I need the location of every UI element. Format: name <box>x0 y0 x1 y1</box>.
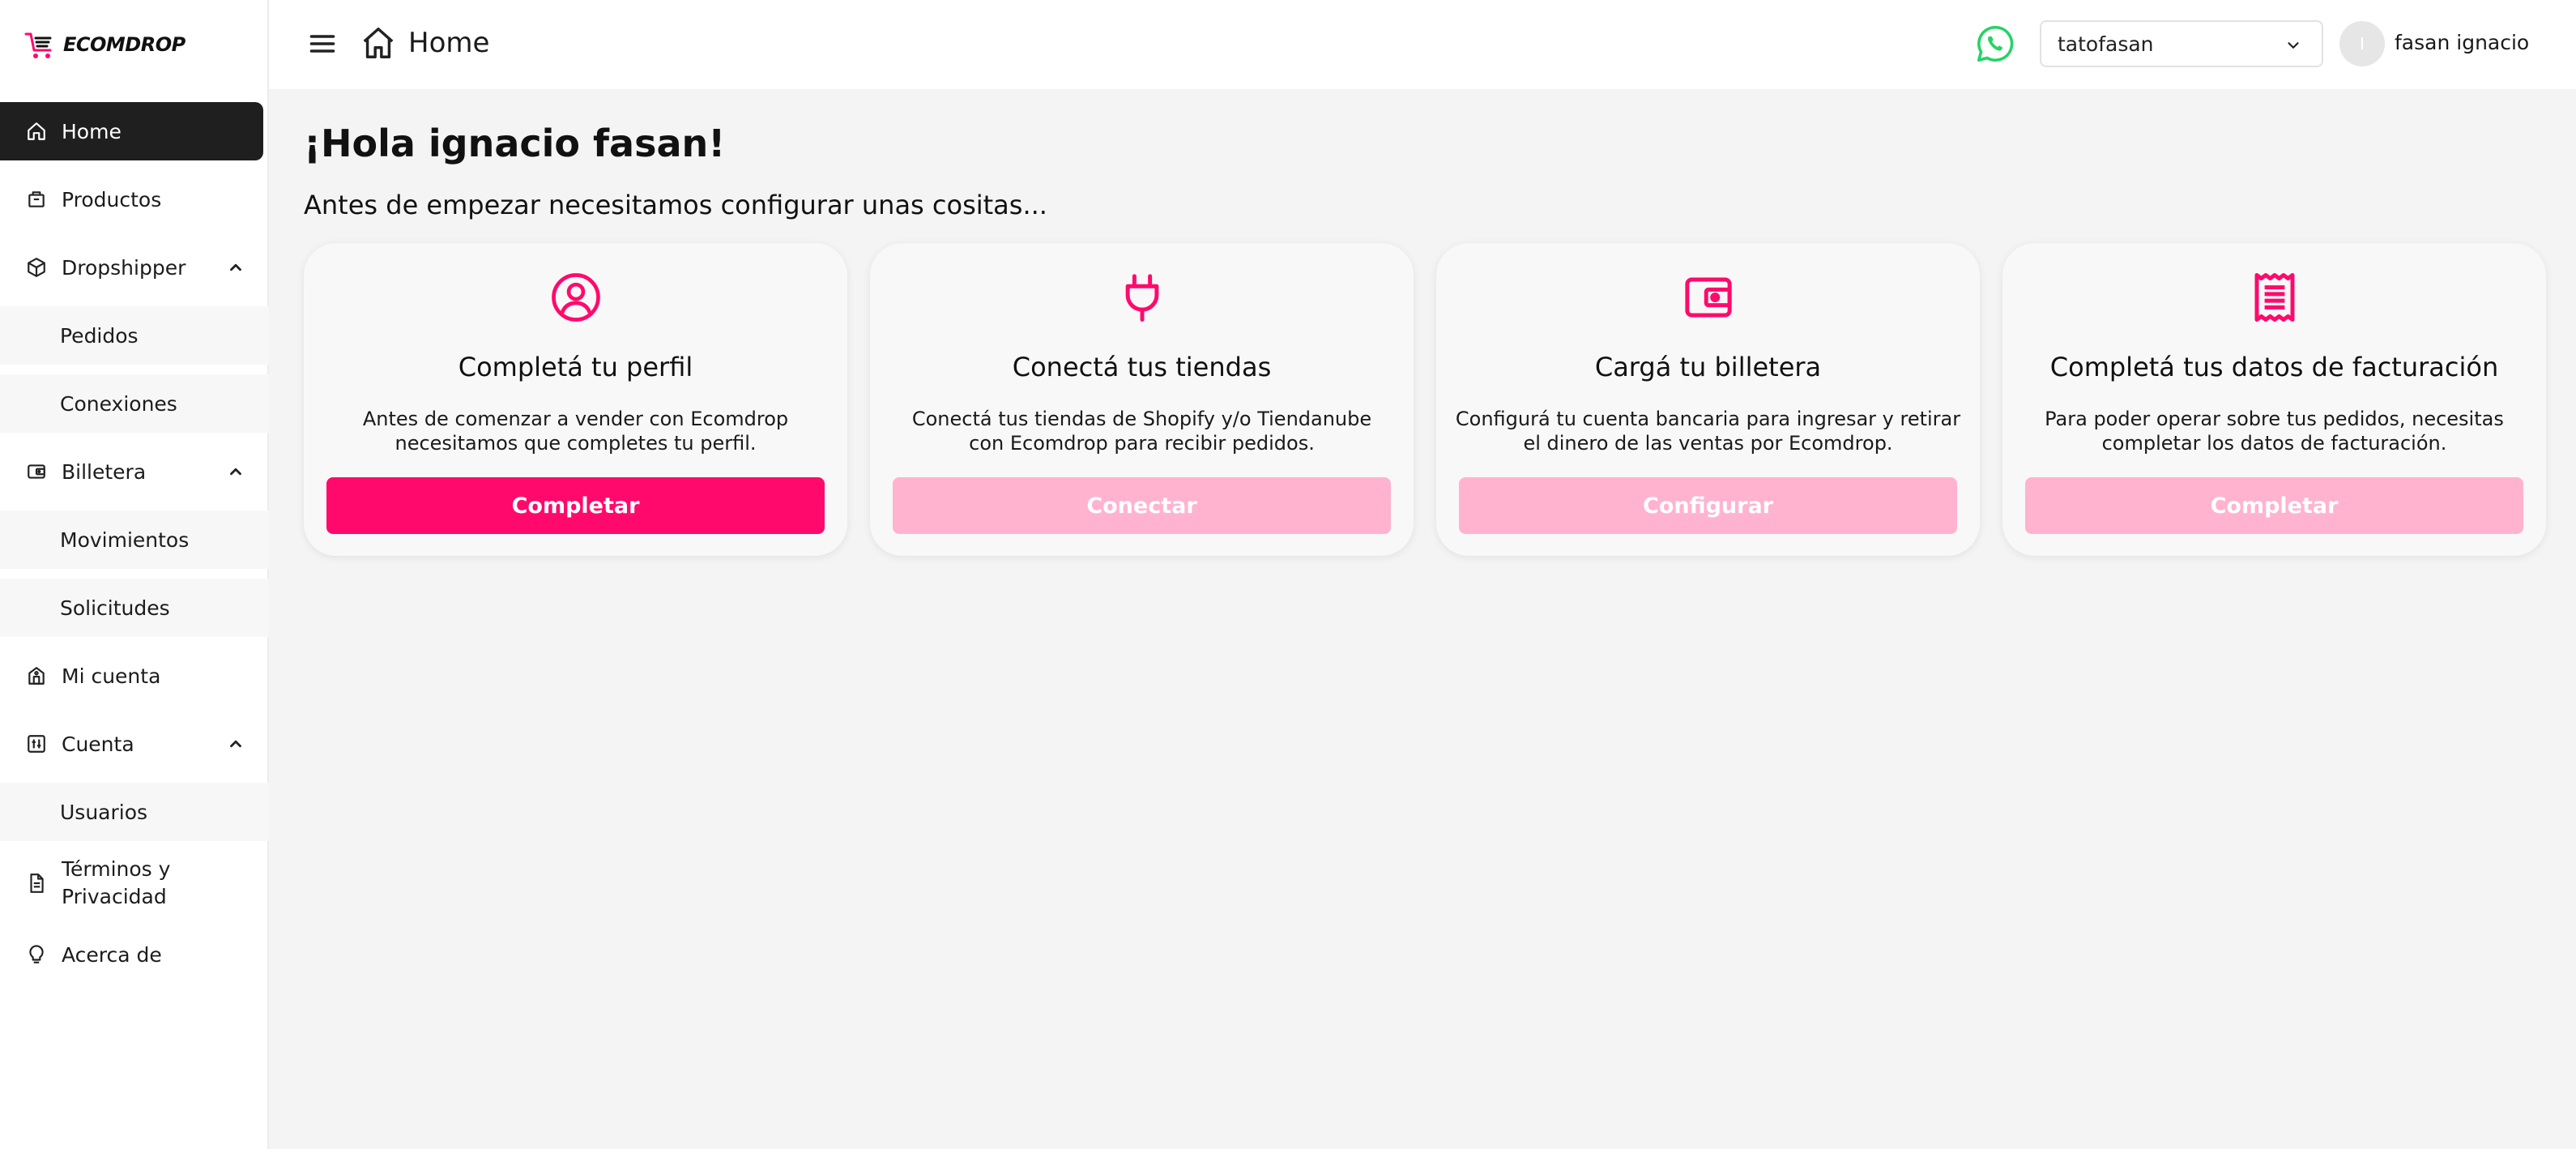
setup-card-profile: Completá tu perfil Antes de comenzar a v… <box>304 243 847 556</box>
setup-cards: Completá tu perfil Antes de comenzar a v… <box>304 243 2546 556</box>
wallet-icon <box>1684 277 1732 318</box>
card-desc-line: Conectá tus tiendas de Shopify y/o Tiend… <box>911 408 1372 430</box>
sidebar-item-label: Home <box>62 119 122 143</box>
chevron-up-icon[interactable] <box>227 735 245 753</box>
sidebar-nav: Home Productos Dropshipper Pedidos Conex… <box>0 102 269 993</box>
building-icon <box>26 665 47 686</box>
top-header: Home tatofasan I fasan ignacio <box>269 0 2576 89</box>
home-icon <box>26 121 47 142</box>
sidebar-item-label: Conexiones <box>60 391 177 416</box>
sidebar-item-label: Movimientos <box>60 528 190 552</box>
store-select-value: tatofasan <box>2058 32 2154 56</box>
cart-logo-icon <box>24 32 52 58</box>
setup-card-stores: Conectá tus tiendas Conectá tus tiendas … <box>870 243 1414 556</box>
configure-wallet-button[interactable]: Configurar <box>1459 477 1957 534</box>
home-icon <box>363 28 394 58</box>
document-icon <box>26 873 47 894</box>
receipt-icon <box>2254 273 2294 322</box>
sidebar-item-label: Dropshipper <box>62 255 186 280</box>
sidebar-item-conexiones[interactable]: Conexiones <box>0 374 269 433</box>
setup-card-wallet: Cargá tu billetera Configurá tu cuenta b… <box>1436 243 1980 556</box>
lightbulb-icon <box>26 944 47 965</box>
package-icon <box>26 257 47 278</box>
sidebar-item-productos[interactable]: Productos <box>0 170 269 229</box>
wallet-icon <box>26 461 47 482</box>
avatar[interactable]: I <box>2339 21 2385 66</box>
complete-profile-button[interactable]: Completar <box>326 477 825 534</box>
sidebar-item-label: Billetera <box>62 459 147 484</box>
sidebar-item-label: Solicitudes <box>60 596 170 620</box>
sidebar-item-pedidos[interactable]: Pedidos <box>0 306 269 365</box>
card-title: Cargá tu billetera <box>1594 352 1822 382</box>
sidebar-item-label: Cuenta <box>62 732 134 756</box>
sidebar-item-dropshipper[interactable]: Dropshipper <box>0 238 269 297</box>
sidebar-item-terminos[interactable]: Términos y Privacidad <box>0 851 269 916</box>
main-content: ¡Hola ignacio fasan! Antes de empezar ne… <box>269 89 2576 1149</box>
box-icon <box>26 189 47 210</box>
setup-card-billing: Completá tus datos de facturación Para p… <box>2002 243 2546 556</box>
plug-icon <box>1125 274 1158 322</box>
sliders-icon <box>26 733 47 754</box>
greeting-heading: ¡Hola ignacio fasan! <box>304 122 726 165</box>
complete-billing-button[interactable]: Completar <box>2025 477 2523 534</box>
chevron-up-icon[interactable] <box>227 258 245 276</box>
sidebar-item-solicitudes[interactable]: Solicitudes <box>0 579 269 637</box>
chevron-down-icon <box>2288 42 2299 49</box>
sidebar: ECOMDROP Home Productos Dropshipper Pedi… <box>0 0 269 1149</box>
sidebar-item-label: Términos y Privacidad <box>62 857 171 908</box>
card-description: Para poder operar sobre tus pedidos, nec… <box>2019 407 2530 455</box>
card-description: Configurá tu cuenta bancaria para ingres… <box>1452 407 1964 455</box>
sidebar-item-billetera[interactable]: Billetera <box>0 442 269 501</box>
card-title: Completá tu perfil <box>458 352 693 382</box>
card-description: Antes de comenzar a vender con Ecomdrop … <box>320 407 831 455</box>
card-desc-line: Antes de comenzar a vender con Ecomdrop <box>362 408 789 430</box>
connect-stores-button[interactable]: Conectar <box>893 477 1391 534</box>
page-title: Home <box>408 27 490 59</box>
sidebar-item-label: Productos <box>62 187 162 211</box>
user-name[interactable]: fasan ignacio <box>2395 31 2529 54</box>
card-desc-line: el dinero de las ventas por Ecomdrop. <box>1523 432 1893 455</box>
whatsapp-icon[interactable] <box>1973 22 2017 66</box>
sidebar-item-home[interactable]: Home <box>0 102 263 160</box>
chevron-up-icon[interactable] <box>227 463 245 481</box>
sidebar-item-movimientos[interactable]: Movimientos <box>0 510 269 569</box>
card-desc-line: Configurá tu cuenta bancaria para ingres… <box>1455 408 1961 430</box>
sidebar-item-cuenta[interactable]: Cuenta <box>0 715 269 773</box>
card-title: Conectá tus tiendas <box>1012 352 1272 382</box>
brand-logo[interactable]: ECOMDROP <box>23 28 186 62</box>
card-desc-line: con Ecomdrop para recibir pedidos. <box>969 432 1315 455</box>
card-desc-line: necesitamos que completes tu perfil. <box>395 432 757 455</box>
sidebar-item-usuarios[interactable]: Usuarios <box>0 783 269 841</box>
card-desc-line: Para poder operar sobre tus pedidos, nec… <box>2045 408 2504 430</box>
sidebar-item-label: Usuarios <box>60 800 148 824</box>
sidebar-item-label: Pedidos <box>60 323 139 348</box>
card-description: Conectá tus tiendas de Shopify y/o Tiend… <box>886 407 1397 455</box>
setup-subtitle: Antes de empezar necesitamos configurar … <box>304 190 1047 220</box>
brand-name: ECOMDROP <box>63 33 186 56</box>
sidebar-item-label: Mi cuenta <box>62 664 161 688</box>
user-circle-icon <box>551 273 600 322</box>
hamburger-menu-icon[interactable] <box>308 29 337 58</box>
store-select[interactable]: tatofasan <box>2040 20 2323 67</box>
card-desc-line: completar los datos de facturación. <box>2101 432 2447 455</box>
sidebar-item-acerca-de[interactable]: Acerca de <box>0 925 269 984</box>
avatar-initial: I <box>2360 34 2365 53</box>
sidebar-item-label: Acerca de <box>62 942 162 967</box>
card-title: Completá tus datos de facturación <box>2049 352 2499 382</box>
sidebar-item-mi-cuenta[interactable]: Mi cuenta <box>0 647 269 705</box>
